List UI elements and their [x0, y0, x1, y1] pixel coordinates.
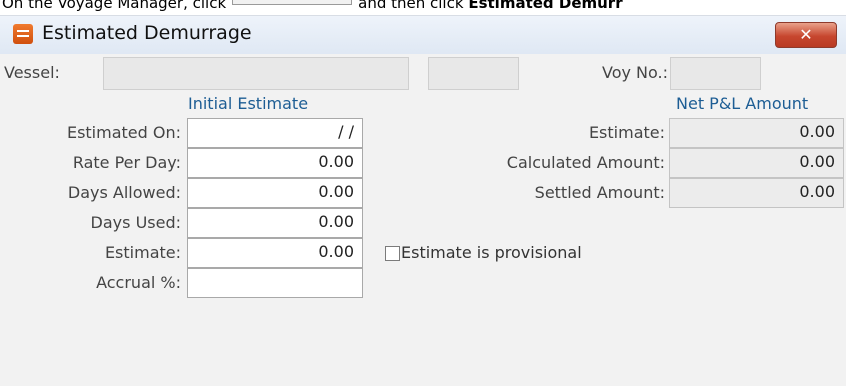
accrual-percent-field[interactable] [187, 268, 363, 298]
net-estimate-label: Estimate: [588, 123, 665, 142]
close-icon: ✕ [799, 25, 813, 44]
instruction-bold: Estimated Demurr [468, 0, 623, 12]
vessel-label: Vessel: [4, 63, 60, 82]
initial-estimate-header: Initial Estimate [188, 94, 309, 113]
estimated-demurrage-window: Estimated Demurrage ✕ Vessel: Voy No.: I… [0, 15, 846, 386]
title-bar: Estimated Demurrage ✕ [0, 16, 846, 54]
calculated-amount-field: 0.00 [669, 148, 844, 178]
voy-no-field[interactable] [670, 57, 761, 90]
days-allowed-label: Days Allowed: [67, 183, 181, 202]
rate-per-day-label: Rate Per Day: [72, 153, 181, 172]
estimated-on-field[interactable]: / / [187, 118, 363, 148]
close-button[interactable]: ✕ [775, 22, 837, 48]
provisional-checkbox-label[interactable]: Estimate is provisional [401, 243, 582, 262]
days-used-field[interactable]: 0.00 [187, 208, 363, 238]
settled-amount-field: 0.00 [669, 178, 844, 208]
days-used-label: Days Used: [90, 213, 181, 232]
inline-button-image [232, 0, 353, 5]
checkbox-icon[interactable] [385, 246, 400, 261]
calculated-amount-label: Calculated Amount: [506, 153, 665, 172]
vessel-field[interactable] [103, 57, 409, 90]
settled-amount-label: Settled Amount: [534, 183, 665, 202]
estimate-field[interactable]: 0.00 [187, 238, 363, 268]
instruction-text: On the Voyage Manager, click and then cli… [2, 0, 623, 12]
net-pl-amount-header: Net P&L Amount [676, 94, 809, 113]
window-title: Estimated Demurrage [42, 22, 252, 44]
rate-per-day-field[interactable]: 0.00 [187, 148, 363, 178]
instruction-middle: and then click [358, 0, 464, 12]
document-list-icon [13, 24, 33, 44]
voy-no-label: Voy No.: [602, 63, 668, 82]
instruction-prefix: On the Voyage Manager, click [2, 0, 227, 12]
days-allowed-field[interactable]: 0.00 [187, 178, 363, 208]
vessel-lookup-button[interactable] [428, 57, 519, 90]
net-estimate-field: 0.00 [669, 118, 844, 148]
accrual-percent-label: Accrual %: [96, 273, 181, 292]
estimated-on-label: Estimated On: [66, 123, 181, 142]
estimate-label: Estimate: [104, 243, 181, 262]
